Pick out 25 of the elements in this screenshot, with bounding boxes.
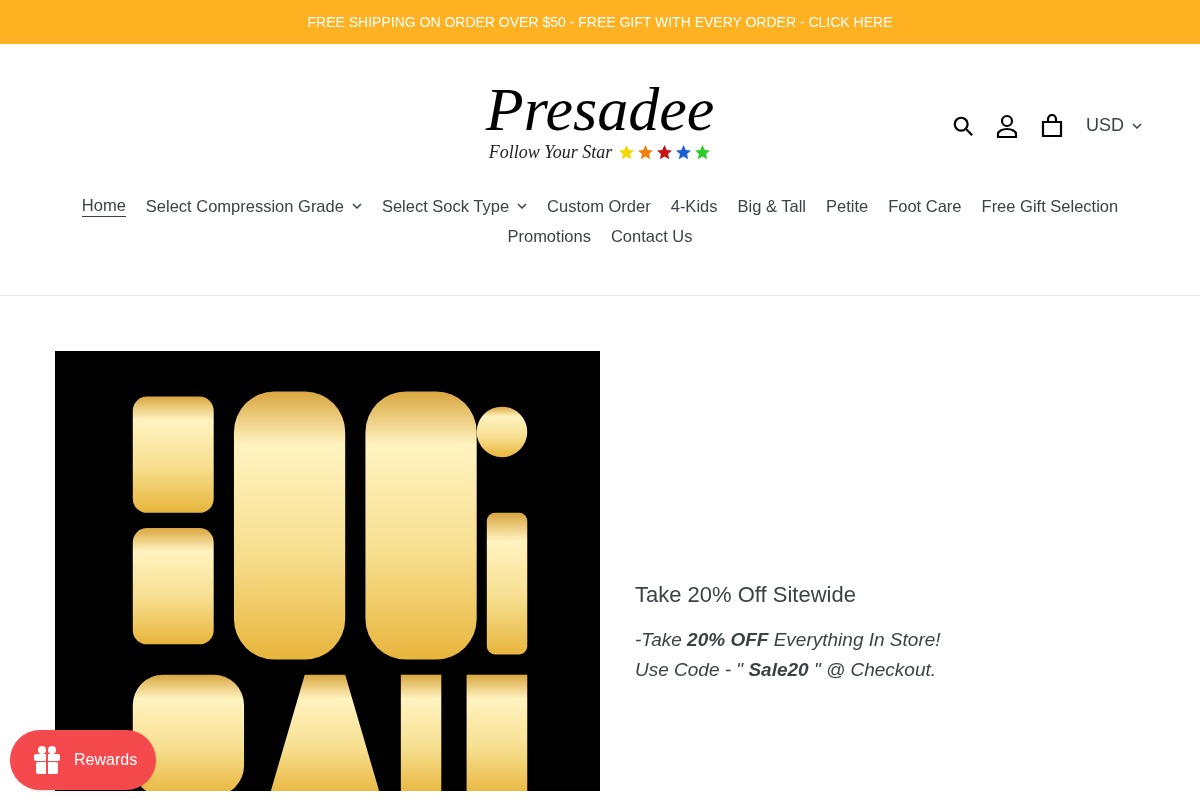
promo-text: -Take 20% OFF Everything In Store! bbox=[635, 628, 941, 652]
nav-link[interactable]: Free Gift Selection bbox=[971, 194, 1129, 217]
shopping-bag-icon[interactable] bbox=[1040, 113, 1064, 138]
nav-link[interactable]: Select Compression Grade bbox=[135, 194, 372, 217]
nav-link[interactable]: Contact Us bbox=[600, 225, 703, 247]
logo-tagline: Follow Your Star bbox=[488, 140, 613, 164]
caret-icon bbox=[1132, 122, 1142, 129]
promo-text: Use Code - " Sale20 " @ Checkout. bbox=[635, 658, 938, 682]
nav-link[interactable]: Select Sock Type bbox=[371, 194, 538, 217]
nav-link[interactable]: Home bbox=[71, 194, 136, 217]
currency-selector[interactable]: USD bbox=[1086, 112, 1142, 139]
nav-link[interactable]: Promotions bbox=[497, 225, 601, 247]
gift-icon bbox=[33, 745, 61, 775]
nav-link[interactable]: Petite bbox=[815, 194, 879, 217]
caret-icon bbox=[351, 202, 362, 209]
account-icon[interactable] bbox=[996, 113, 1018, 138]
promo-title: Take 20% Off Sitewide bbox=[635, 581, 857, 609]
nav-link[interactable]: Custom Order bbox=[537, 194, 661, 217]
nav-link[interactable]: 4-Kids bbox=[660, 194, 728, 217]
nav-link[interactable]: Big & Tall bbox=[727, 194, 816, 217]
search-icon[interactable] bbox=[952, 114, 974, 137]
caret-icon bbox=[517, 202, 528, 209]
rewards-button[interactable]: Rewards bbox=[10, 730, 156, 790]
nav-link[interactable]: Foot Care bbox=[878, 194, 972, 217]
logo-wordmark[interactable]: Presadee bbox=[485, 76, 715, 141]
